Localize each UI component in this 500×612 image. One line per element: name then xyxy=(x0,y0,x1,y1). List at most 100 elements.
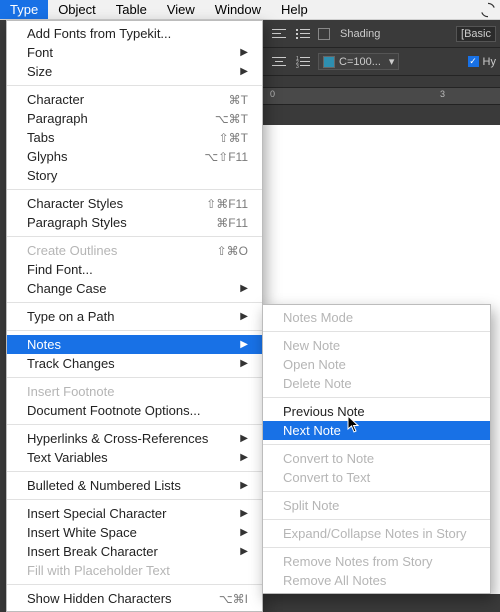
color-swatch-dropdown[interactable]: C=100...▾ xyxy=(318,53,399,70)
menu-item-label: Font xyxy=(27,45,240,60)
notes-submenu: Notes Mode New Note Open Note Delete Note Pr… xyxy=(262,304,491,594)
menubar-item-type[interactable]: Type xyxy=(0,0,48,19)
sync-icon[interactable] xyxy=(480,2,496,18)
ruler-tick: 3 xyxy=(440,89,445,99)
menu-item-label: Story xyxy=(27,168,248,183)
shading-checkbox[interactable] xyxy=(318,28,330,40)
menu-item-label: Notes Mode xyxy=(283,310,476,325)
type-menu-item[interactable]: Paragraph Styles ⌘F11 xyxy=(7,213,262,232)
menu-item-shortcut: ⌥⇧F11 xyxy=(204,150,248,164)
submenu-arrow-icon: ▶ xyxy=(240,311,248,322)
menubar-item-object[interactable]: Object xyxy=(48,0,106,19)
submenu-arrow-icon: ▶ xyxy=(240,66,248,77)
menu-item-label: Hyperlinks & Cross-References xyxy=(27,431,240,446)
type-menu-item[interactable]: Size▶ xyxy=(7,62,262,81)
menu-separator xyxy=(7,330,262,331)
type-menu-item[interactable]: Track Changes▶ xyxy=(7,354,262,373)
type-menu-item[interactable]: Insert Break Character▶ xyxy=(7,542,262,561)
type-menu-item[interactable]: Notes▶ xyxy=(7,335,262,354)
menu-item-label: Remove All Notes xyxy=(283,573,476,588)
menu-separator xyxy=(263,491,490,492)
menu-item-shortcut: ⌘F11 xyxy=(216,216,248,230)
type-menu-item[interactable]: Change Case▶ xyxy=(7,279,262,298)
type-menu-item[interactable]: Character⌘T xyxy=(7,90,262,109)
menu-item-label: Add Fonts from Typekit... xyxy=(27,26,248,41)
check-icon: ✓ xyxy=(468,56,479,67)
notes-submenu-item[interactable]: Previous Note xyxy=(263,402,490,421)
menu-separator xyxy=(7,236,262,237)
type-menu-item[interactable]: Document Footnote Options... xyxy=(7,401,262,420)
menubar-item-view[interactable]: View xyxy=(157,0,205,19)
align-icon[interactable] xyxy=(270,26,288,41)
shading-label: Shading xyxy=(340,28,380,40)
menu-separator xyxy=(7,377,262,378)
notes-submenu-item: Split Note xyxy=(263,496,490,515)
menu-separator xyxy=(7,85,262,86)
type-menu-item[interactable]: Font▶ xyxy=(7,43,262,62)
menu-item-label: Text Variables xyxy=(27,450,240,465)
notes-submenu-item: Open Note xyxy=(263,355,490,374)
notes-submenu-item: Convert to Note xyxy=(263,449,490,468)
menu-separator xyxy=(7,499,262,500)
type-menu-item[interactable]: Story xyxy=(7,166,262,185)
menubar-item-table[interactable]: Table xyxy=(106,0,157,19)
type-menu-item[interactable]: Bulleted & Numbered Lists▶ xyxy=(7,476,262,495)
menu-item-label: Show Hidden Characters xyxy=(27,591,211,606)
menubar-item-help[interactable]: Help xyxy=(271,0,318,19)
numlist-icon[interactable]: 123 xyxy=(294,54,312,69)
menu-item-label: Type on a Path xyxy=(27,309,240,324)
menubar: Type Object Table View Window Help xyxy=(0,0,500,20)
swatch-icon xyxy=(323,56,335,68)
menu-separator xyxy=(7,302,262,303)
menu-item-label: Tabs xyxy=(27,130,211,145)
notes-submenu-item: New Note xyxy=(263,336,490,355)
menu-item-label: Change Case xyxy=(27,281,240,296)
type-menu-item[interactable]: Show Hidden Characters⌥⌘I xyxy=(7,589,262,608)
submenu-arrow-icon: ▶ xyxy=(240,433,248,444)
menu-item-shortcut: ⇧⌘F11 xyxy=(206,197,248,211)
menu-item-label: Expand/Collapse Notes in Story xyxy=(283,526,476,541)
align2-icon[interactable] xyxy=(270,54,288,69)
menu-item-label: Insert Break Character xyxy=(27,544,240,559)
menu-item-label: Glyphs xyxy=(27,149,196,164)
submenu-arrow-icon: ▶ xyxy=(240,358,248,369)
menu-item-label: Open Note xyxy=(283,357,476,372)
list-icon[interactable] xyxy=(294,26,312,41)
menu-item-label: Size xyxy=(27,64,240,79)
submenu-arrow-icon: ▶ xyxy=(240,527,248,538)
menu-item-shortcut: ⇧⌘T xyxy=(219,131,248,145)
type-menu-item[interactable]: Insert Special Character▶ xyxy=(7,504,262,523)
menu-separator xyxy=(7,584,262,585)
submenu-arrow-icon: ▶ xyxy=(240,47,248,58)
menu-item-label: Find Font... xyxy=(27,262,248,277)
menu-item-label: Paragraph Styles xyxy=(27,215,208,230)
type-menu-item[interactable]: Hyperlinks & Cross-References▶ xyxy=(7,429,262,448)
type-menu-item[interactable]: Find Font... xyxy=(7,260,262,279)
menu-item-label: Remove Notes from Story xyxy=(283,554,476,569)
menubar-item-window[interactable]: Window xyxy=(205,0,271,19)
menu-item-label: New Note xyxy=(283,338,476,353)
menu-separator xyxy=(263,397,490,398)
type-menu-item[interactable]: Add Fonts from Typekit... xyxy=(7,24,262,43)
notes-submenu-item: Notes Mode xyxy=(263,308,490,327)
notes-submenu-item: Convert to Text xyxy=(263,468,490,487)
menu-item-shortcut: ⌘T xyxy=(229,93,248,107)
notes-submenu-item: Remove All Notes xyxy=(263,571,490,590)
menu-separator xyxy=(7,471,262,472)
basic-style-dropdown[interactable]: [Basic xyxy=(456,26,496,42)
hyphenate-check[interactable]: ✓Hy xyxy=(468,56,496,68)
type-menu-item[interactable]: Character Styles⇧⌘F11 xyxy=(7,194,262,213)
menu-separator xyxy=(263,547,490,548)
type-menu-item[interactable]: Paragraph⌥⌘T xyxy=(7,109,262,128)
type-menu-item: Fill with Placeholder Text xyxy=(7,561,262,580)
type-menu-item[interactable]: Text Variables▶ xyxy=(7,448,262,467)
type-menu-item[interactable]: Type on a Path▶ xyxy=(7,307,262,326)
menu-item-label: Delete Note xyxy=(283,376,476,391)
type-menu-item[interactable]: Tabs ⇧⌘T xyxy=(7,128,262,147)
type-menu-item[interactable]: Insert White Space▶ xyxy=(7,523,262,542)
notes-submenu-item[interactable]: Next Note xyxy=(263,421,490,440)
menu-item-label: Convert to Note xyxy=(283,451,476,466)
menu-item-label: Bulleted & Numbered Lists xyxy=(27,478,240,493)
notes-submenu-item: Expand/Collapse Notes in Story xyxy=(263,524,490,543)
type-menu-item[interactable]: Glyphs ⌥⇧F11 xyxy=(7,147,262,166)
